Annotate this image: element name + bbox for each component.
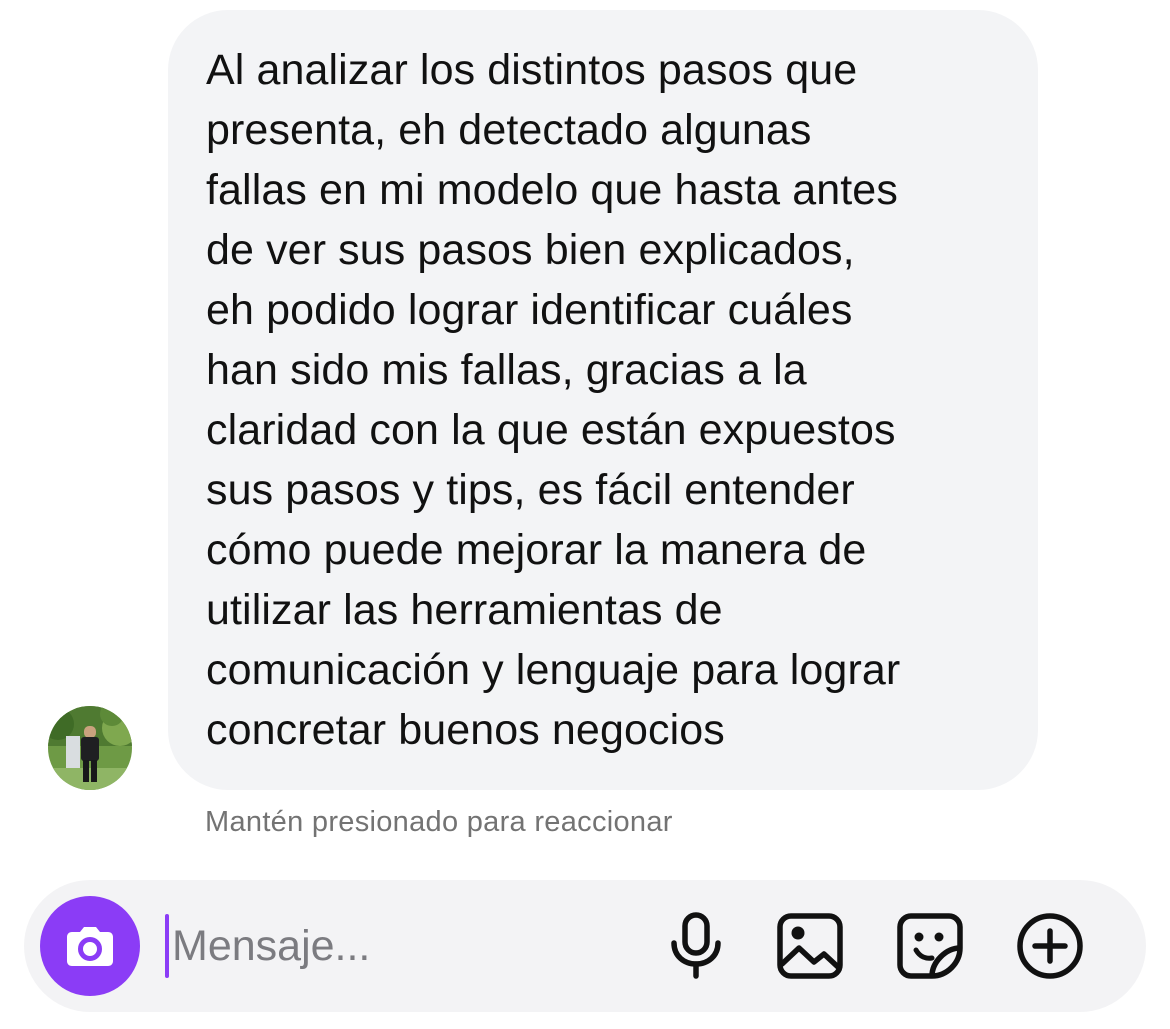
avatar[interactable] bbox=[48, 706, 132, 790]
message-input[interactable] bbox=[172, 910, 652, 982]
microphone-button[interactable] bbox=[660, 910, 732, 982]
sticker-button[interactable] bbox=[894, 910, 966, 982]
reaction-hint: Mantén presionado para reaccionar bbox=[205, 806, 673, 838]
message-bubble[interactable]: Al analizar los distintos pasos que pres… bbox=[168, 10, 1038, 790]
add-button[interactable] bbox=[1014, 910, 1086, 982]
camera-icon bbox=[67, 927, 113, 966]
avatar-photo bbox=[48, 706, 132, 790]
camera-button[interactable] bbox=[40, 896, 140, 996]
sticker-icon bbox=[897, 913, 963, 979]
text-cursor bbox=[165, 914, 169, 978]
plus-icon bbox=[1017, 913, 1083, 979]
message-composer bbox=[24, 880, 1146, 1012]
gallery-button[interactable] bbox=[774, 910, 846, 982]
microphone-icon bbox=[671, 912, 721, 979]
message-text: Al analizar los distintos pasos que pres… bbox=[206, 46, 901, 754]
gallery-icon bbox=[777, 913, 843, 979]
